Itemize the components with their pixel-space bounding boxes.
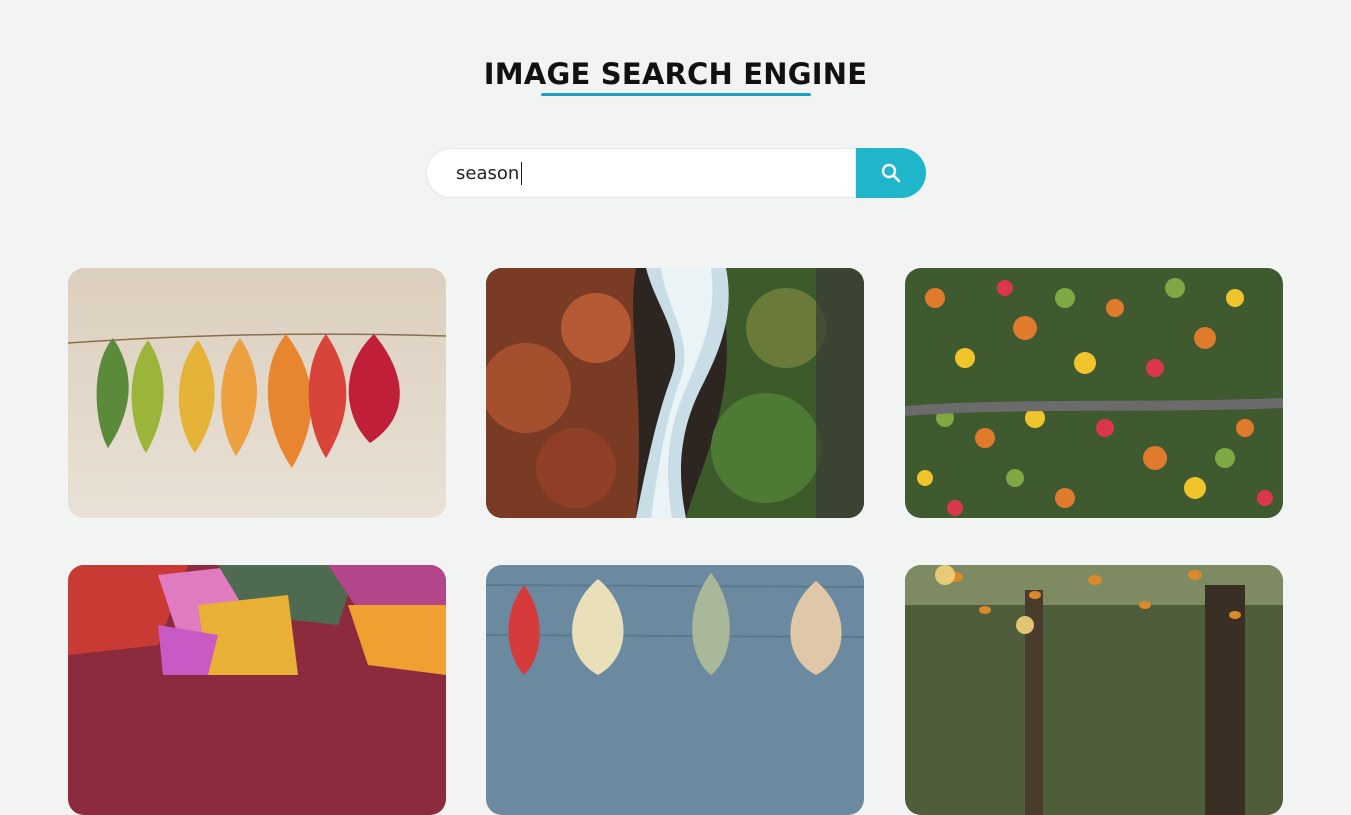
title-underline: [541, 93, 811, 96]
search-icon: [881, 163, 901, 183]
image-card-aerial-road-through-autumn-forest[interactable]: [905, 268, 1283, 518]
search-button[interactable]: [856, 148, 926, 198]
image-card-falling-leaves-in-forest[interactable]: [905, 565, 1283, 815]
search-input[interactable]: [426, 148, 856, 198]
image-card-leaves-on-wooden-boards[interactable]: [486, 565, 864, 815]
search-bar: [426, 148, 926, 198]
page-title: IMAGE SEARCH ENGINE: [483, 57, 868, 91]
header: IMAGE SEARCH ENGINE: [0, 52, 1351, 96]
image-card-autumn-leaves-on-string[interactable]: [68, 268, 446, 518]
image-card-colorful-fallen-leaves[interactable]: [68, 565, 446, 815]
image-card-river-through-autumn-forest[interactable]: [486, 268, 864, 518]
text-caret: [521, 162, 522, 185]
